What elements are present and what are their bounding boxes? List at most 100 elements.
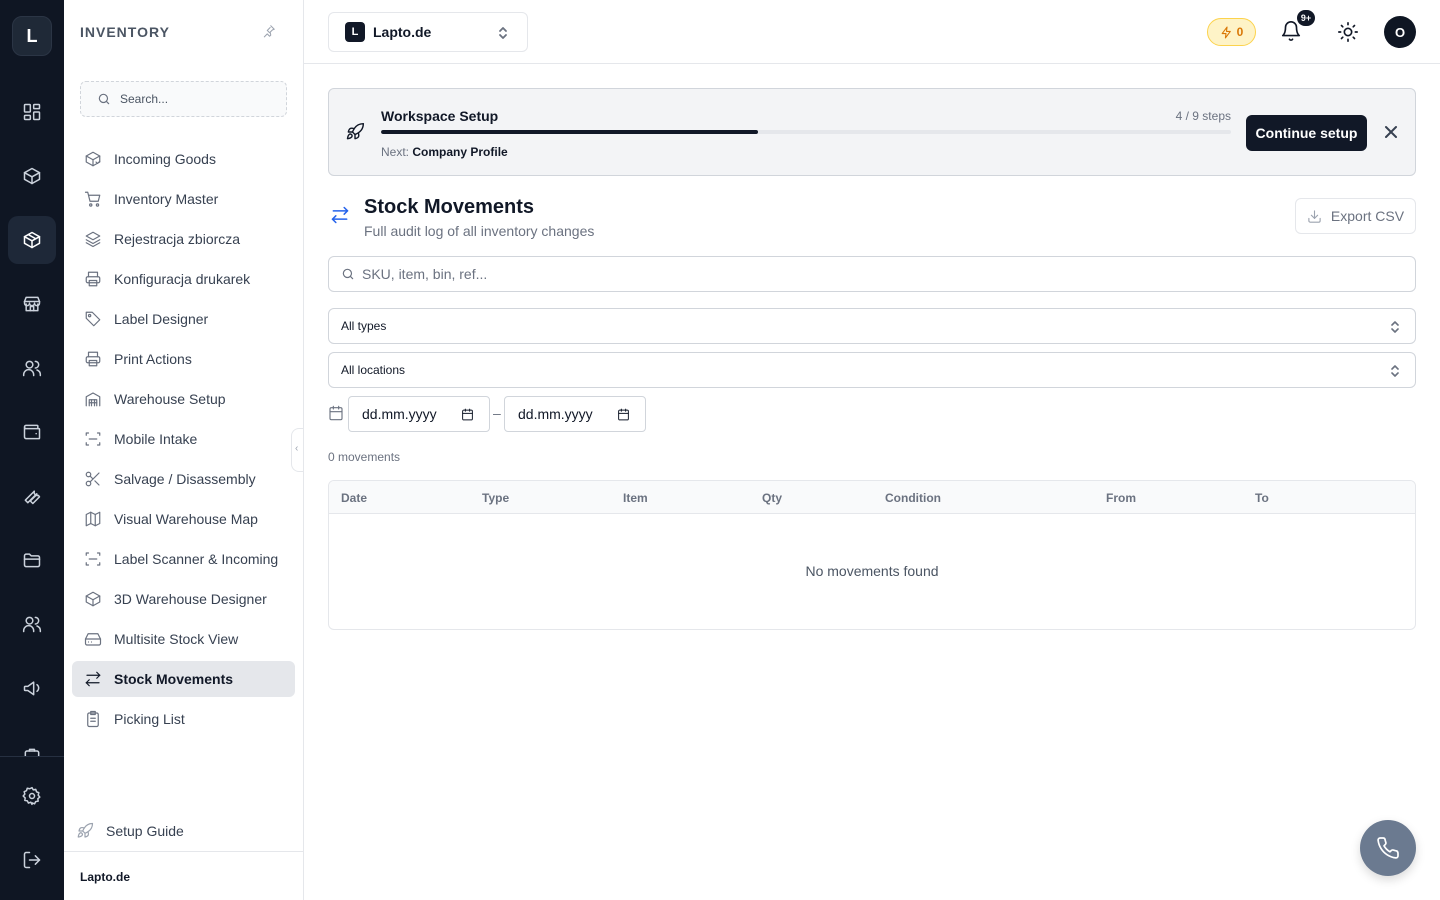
arrows-left-right-icon — [330, 204, 350, 231]
wallet-icon — [23, 424, 41, 440]
column-header-type[interactable]: Type — [482, 491, 509, 505]
workspace-switcher[interactable]: L Lapto.de — [328, 12, 528, 52]
sidebar-item-konfiguracja-drukarek[interactable]: Konfiguracja drukarek — [72, 261, 295, 297]
sidebar-item-visual-warehouse-map[interactable]: Visual Warehouse Map — [72, 501, 295, 537]
credits-badge[interactable]: 0 — [1207, 18, 1256, 46]
sidebar-item-label: Salvage / Disassembly — [114, 471, 256, 487]
collapse-sidebar-button[interactable]: ‹ — [291, 428, 303, 472]
sidebar-item-3d-warehouse-designer[interactable]: 3D Warehouse Designer — [72, 581, 295, 617]
cart-icon — [84, 191, 101, 207]
more-icon — [24, 748, 40, 756]
folder-icon — [23, 553, 41, 568]
theme-toggle-button[interactable] — [1337, 21, 1359, 43]
hard-drive-icon — [84, 633, 102, 646]
setup-steps-text: 4 / 9 steps — [1175, 109, 1231, 123]
wrench-icon — [24, 490, 41, 505]
column-header-condition[interactable]: Condition — [885, 491, 941, 505]
chevron-up-down-icon — [1391, 365, 1399, 377]
store-icon — [23, 296, 41, 312]
sidebar-item-incoming-goods[interactable]: Incoming Goods — [72, 141, 295, 177]
export-csv-button[interactable]: Export CSV — [1295, 198, 1416, 234]
date-to-value: dd.mm.yyyy — [518, 406, 593, 422]
sidebar-item-inventory-master[interactable]: Inventory Master — [72, 181, 295, 217]
sidebar-search-placeholder: Search... — [120, 92, 169, 106]
calendar-icon — [462, 408, 473, 421]
location-filter-select[interactable]: All locations — [328, 352, 1416, 388]
search-icon — [342, 268, 354, 280]
megaphone-icon — [23, 681, 40, 696]
date-to-input[interactable]: dd.mm.yyyy — [504, 396, 646, 432]
user-avatar[interactable]: O — [1384, 16, 1416, 48]
sidebar-item-label-scanner-incoming[interactable]: Label Scanner & Incoming — [72, 541, 295, 577]
chevron-up-down-icon — [497, 25, 509, 46]
empty-state-message: No movements found — [805, 563, 939, 579]
rail-files-button[interactable] — [8, 536, 56, 584]
sidebar-item-rejestracja-zbiorcza[interactable]: Rejestracja zbiorcza — [72, 221, 295, 257]
team-icon — [22, 616, 42, 633]
workspace-badge: L — [345, 22, 365, 42]
sidebar-item-label: Label Designer — [114, 311, 209, 327]
column-header-to[interactable]: To — [1255, 491, 1269, 505]
sidebar-item-multisite-stock-view[interactable]: Multisite Stock View — [72, 621, 295, 657]
rocket-icon — [345, 122, 365, 147]
setup-title: Workspace Setup — [381, 108, 499, 124]
setup-next-step: Next: Company Profile — [381, 145, 508, 159]
setup-next-prefix: Next: — [381, 145, 410, 159]
rail-marketing-button[interactable] — [8, 664, 56, 712]
sidebar-item-warehouse-setup[interactable]: Warehouse Setup — [72, 381, 295, 417]
inventory-box-icon — [23, 231, 41, 249]
icon-rail: L — [0, 0, 64, 900]
rail-logout-button[interactable] — [8, 836, 56, 884]
rail-customers-button[interactable] — [8, 344, 56, 392]
sidebar-item-print-actions[interactable]: Print Actions — [72, 341, 295, 377]
sidebar-item-salvage-disassembly[interactable]: Salvage / Disassembly — [72, 461, 295, 497]
setup-next-step-name: Company Profile — [412, 145, 508, 159]
workspace-name: Lapto.de — [373, 24, 432, 40]
rail-products-button[interactable] — [8, 152, 56, 200]
continue-setup-button[interactable]: Continue setup — [1246, 115, 1367, 151]
rail-team-button[interactable] — [8, 600, 56, 648]
notification-count-badge: 9+ — [1297, 10, 1315, 26]
rail-service-button[interactable] — [8, 472, 56, 520]
table-header: Date Type Item Qty Condition From To — [329, 481, 1415, 514]
setup-guide-link[interactable]: Setup Guide — [76, 822, 184, 840]
scan-icon — [85, 432, 101, 446]
pin-sidebar-button[interactable] — [262, 24, 278, 40]
sidebar-item-label: Inventory Master — [114, 191, 219, 207]
logout-icon — [23, 851, 41, 869]
sidebar-item-stock-movements[interactable]: Stock Movements — [72, 661, 295, 697]
sidebar-item-label-designer[interactable]: Label Designer — [72, 301, 295, 337]
top-bar: L Lapto.de 0 9+ O — [304, 0, 1440, 64]
movements-search-input[interactable] — [362, 266, 1262, 282]
type-filter-select[interactable]: All types — [328, 308, 1416, 344]
movements-table: Date Type Item Qty Condition From To No … — [328, 480, 1416, 630]
column-header-date[interactable]: Date — [341, 491, 367, 505]
sun-icon — [1338, 22, 1358, 42]
rail-store-button[interactable] — [8, 280, 56, 328]
column-header-qty[interactable]: Qty — [762, 491, 782, 505]
rail-inventory-button[interactable] — [8, 216, 56, 264]
sidebar-item-mobile-intake[interactable]: Mobile Intake — [72, 421, 295, 457]
inventory-sidebar: INVENTORY Search... Incoming Goods Inven… — [64, 0, 304, 900]
column-header-item[interactable]: Item — [623, 491, 648, 505]
call-support-button[interactable] — [1360, 820, 1416, 876]
pin-icon — [263, 25, 275, 38]
sidebar-item-label: Incoming Goods — [114, 151, 216, 167]
rail-finance-button[interactable] — [8, 408, 56, 456]
calendar-icon — [328, 405, 344, 426]
download-icon — [1308, 209, 1321, 223]
rail-dashboard-button[interactable] — [8, 88, 56, 136]
date-from-input[interactable]: dd.mm.yyyy — [348, 396, 490, 432]
app-logo[interactable]: L — [12, 16, 52, 56]
column-header-from[interactable]: From — [1106, 491, 1136, 505]
rail-settings-button[interactable] — [8, 772, 56, 820]
sidebar-search-input[interactable]: Search... — [80, 81, 287, 117]
rail-more-button[interactable] — [8, 736, 56, 756]
close-icon — [1385, 126, 1397, 138]
sidebar-item-picking-list[interactable]: Picking List — [72, 701, 295, 737]
type-filter-value: All types — [341, 319, 387, 333]
dismiss-setup-button[interactable] — [1384, 125, 1398, 144]
workspace-setup-banner: Workspace Setup 4 / 9 steps Next: Compan… — [328, 88, 1416, 176]
setup-progress-bar — [381, 130, 1231, 134]
scan-icon — [85, 552, 101, 566]
